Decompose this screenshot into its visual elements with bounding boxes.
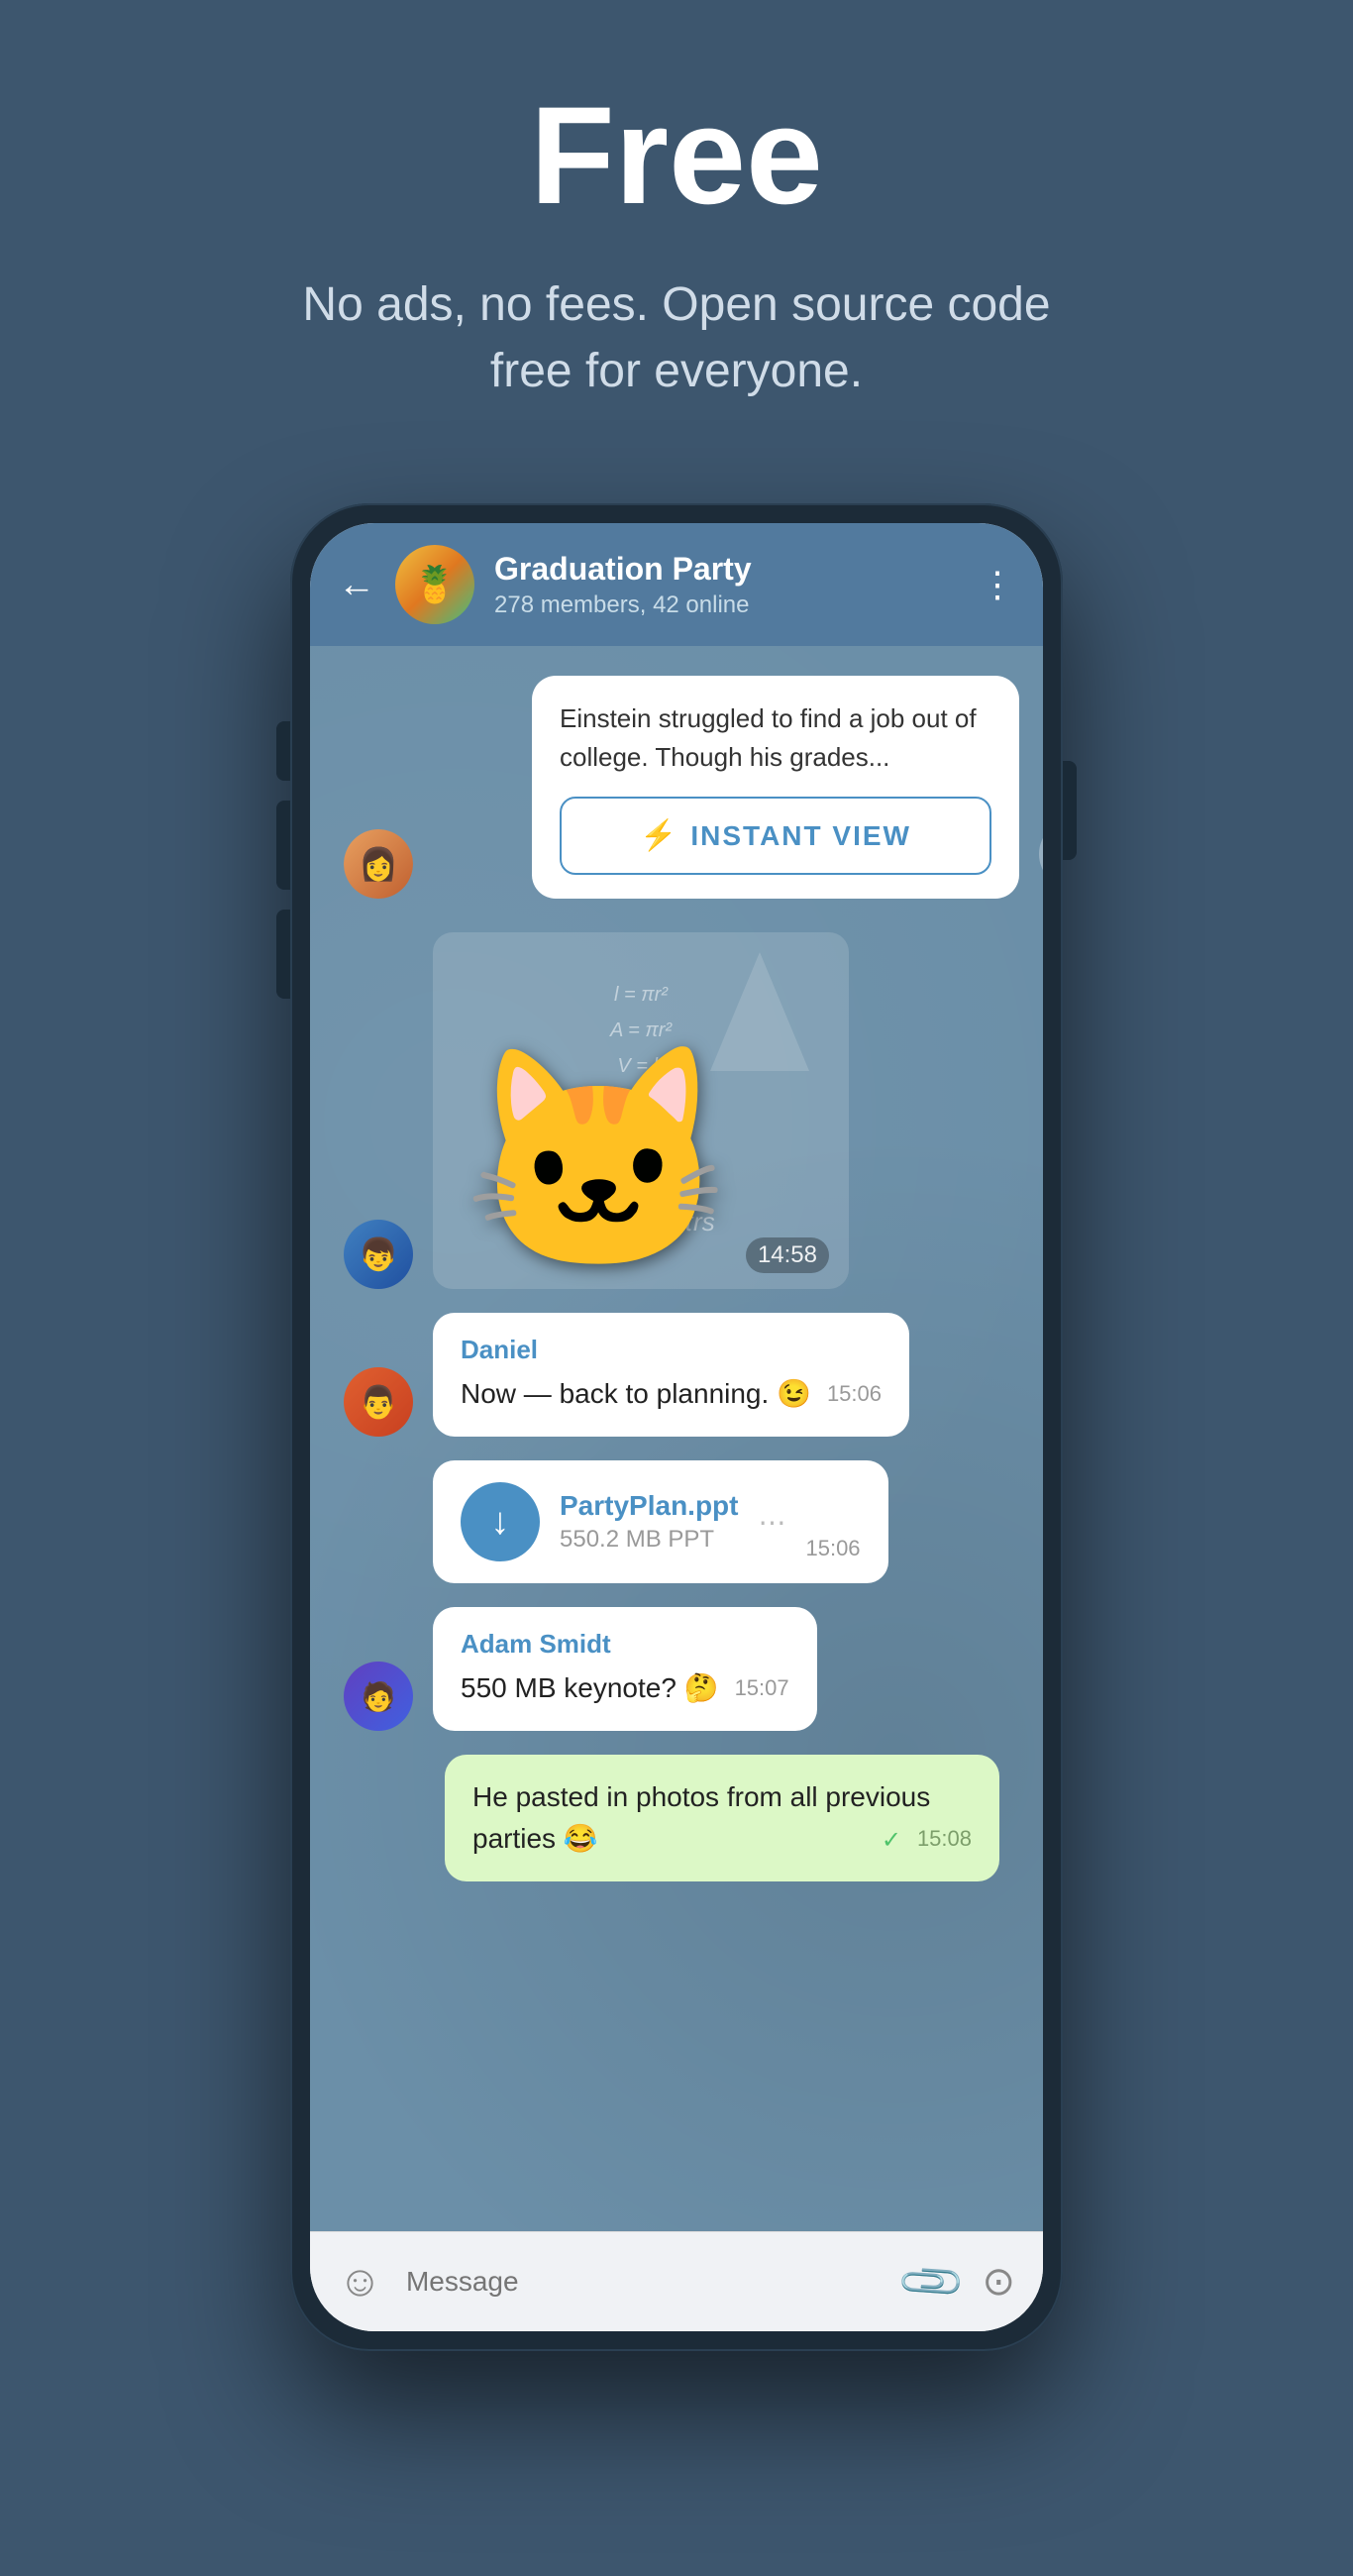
daniel-time: 15:06 — [827, 1381, 882, 1407]
daniel-message: Daniel Now — back to planning. 😉 15:06 👨 — [433, 1313, 909, 1437]
file-name: PartyPlan.ppt — [560, 1490, 738, 1522]
adam-avatar-img: 🧑 — [344, 1662, 413, 1731]
daniel-bubble: Daniel Now — back to planning. 😉 15:06 — [433, 1313, 909, 1437]
camera-button[interactable]: ⊙ — [982, 2259, 1015, 2305]
iv-text: Einstein struggled to find a job out of … — [560, 699, 991, 777]
own-text: He pasted in photos from all previous pa… — [472, 1781, 930, 1854]
file-message: ↓ PartyPlan.ppt 550.2 MB PPT ⋯ 15:06 — [433, 1460, 888, 1583]
group-avatar-emoji: 🍍 — [413, 564, 458, 605]
cone-shape — [710, 952, 809, 1071]
file-meta: 550.2 MB PPT — [560, 1526, 738, 1554]
download-arrow-icon: ↓ — [491, 1501, 510, 1544]
male-young-avatar: 👦 — [344, 1220, 413, 1289]
file-bubble: ↓ PartyPlan.ppt 550.2 MB PPT ⋯ 15:06 — [433, 1460, 888, 1583]
sender-avatar-iv: 👩 — [344, 829, 413, 899]
adam-sender-name: Adam Smidt — [461, 1629, 789, 1660]
hero-title: Free — [40, 79, 1313, 232]
group-info: Graduation Party 278 members, 42 online — [494, 551, 960, 619]
chat-header: ← 🍍 Graduation Party 278 members, 42 onl… — [310, 523, 1043, 646]
phone-mockup: ← 🍍 Graduation Party 278 members, 42 onl… — [290, 503, 1063, 2351]
math-line-1: l = πr² — [614, 977, 668, 1013]
sticker-time: 14:58 — [746, 1237, 829, 1273]
message-input[interactable] — [406, 2266, 881, 2298]
input-bar: ☺ 📎 ⊙ — [310, 2231, 1043, 2331]
sticker-container: l = πr² A = πr² V = l³ P = 2πr A = πr² s… — [433, 932, 849, 1289]
read-checkmark-icon: ✓ — [882, 1826, 901, 1855]
group-avatar: 🍍 — [395, 545, 474, 624]
phone-screen: ← 🍍 Graduation Party 278 members, 42 onl… — [310, 523, 1043, 2331]
back-button[interactable]: ← — [338, 566, 375, 603]
share-button[interactable]: ↗ — [1039, 819, 1043, 889]
cat-sticker: 🐱 — [463, 1051, 734, 1269]
instant-view-bubble: Einstein struggled to find a job out of … — [532, 676, 1019, 899]
instant-view-message: Einstein struggled to find a job out of … — [433, 676, 1019, 899]
group-meta: 278 members, 42 online — [494, 591, 960, 619]
file-time: 15:06 — [805, 1536, 860, 1561]
adam-avatar: 🧑 — [344, 1662, 413, 1731]
instant-view-button[interactable]: ⚡ INSTANT VIEW — [560, 797, 991, 875]
female-avatar: 👩 — [344, 829, 413, 899]
adam-time: 15:07 — [735, 1675, 789, 1701]
hero-section: Free No ads, no fees. Open source code f… — [0, 0, 1353, 464]
sticker-sender-avatar: 👦 — [344, 1220, 413, 1289]
file-download-button[interactable]: ↓ — [461, 1482, 540, 1561]
volume-up-button — [276, 801, 290, 890]
daniel-avatar: 👨 — [344, 1367, 413, 1437]
adam-bubble: Adam Smidt 550 MB keynote? 🤔 15:07 — [433, 1607, 817, 1731]
emoji-button[interactable]: ☺ — [338, 2257, 382, 2307]
hero-subtitle: No ads, no fees. Open source code free f… — [280, 271, 1073, 404]
attach-button[interactable]: 📎 — [893, 2245, 969, 2320]
daniel-avatar-img: 👨 — [344, 1367, 413, 1437]
daniel-sender-name: Daniel — [461, 1335, 882, 1365]
adam-text: 550 MB keynote? 🤔 — [461, 1672, 719, 1703]
adam-message: Adam Smidt 550 MB keynote? 🤔 15:07 🧑 — [433, 1607, 817, 1731]
volume-down-button — [276, 910, 290, 999]
more-options-button[interactable]: ⋮ — [980, 564, 1015, 605]
own-time: 15:08 — [917, 1826, 972, 1852]
file-info: PartyPlan.ppt 550.2 MB PPT — [560, 1490, 738, 1554]
group-name[interactable]: Graduation Party — [494, 551, 960, 588]
file-more-options[interactable]: ⋯ — [758, 1506, 785, 1539]
own-bubble: He pasted in photos from all previous pa… — [445, 1755, 999, 1881]
sticker-message: l = πr² A = πr² V = l³ P = 2πr A = πr² s… — [433, 932, 849, 1289]
chat-area: Einstein struggled to find a job out of … — [310, 646, 1043, 2231]
phone-outer-frame: ← 🍍 Graduation Party 278 members, 42 onl… — [290, 503, 1063, 2351]
bolt-icon: ⚡ — [640, 818, 676, 853]
iv-button-label: INSTANT VIEW — [690, 820, 911, 852]
own-message: He pasted in photos from all previous pa… — [445, 1755, 999, 1881]
power-button — [1063, 761, 1077, 860]
mute-button — [276, 721, 290, 781]
daniel-text: Now — back to planning. 😉 — [461, 1378, 811, 1409]
